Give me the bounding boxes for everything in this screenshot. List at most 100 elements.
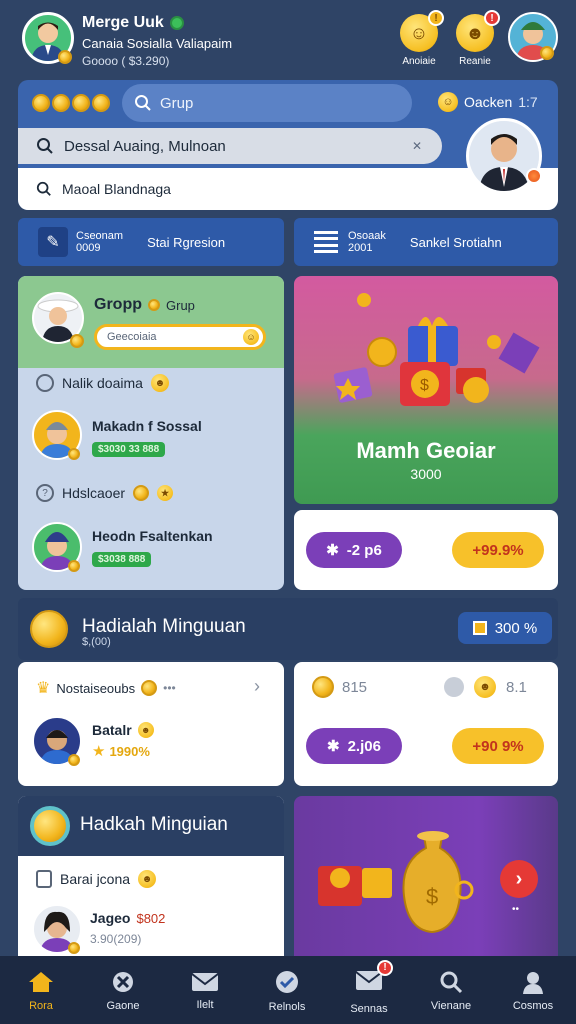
coin-icon: [92, 94, 110, 112]
list-item[interactable]: Nalik doaima ☻: [36, 374, 169, 392]
nav-label: Ilelt: [196, 999, 214, 1011]
gear-icon: ✱: [326, 542, 339, 559]
nav-label: Gaone: [106, 1000, 140, 1012]
group-coin-icon: [70, 334, 84, 348]
document-icon: [472, 621, 487, 635]
more-dots: •••: [163, 681, 176, 695]
user-subtitle: Canaia Sosialla Valiapaim: [82, 36, 233, 51]
star-icon: ★: [92, 743, 106, 760]
quick-tab-right[interactable]: Osoaak 2001 Sankel Srotiahn: [294, 218, 558, 266]
verified-coin-icon: [169, 16, 184, 30]
profile-coin-icon: [526, 168, 542, 184]
mail-icon: [191, 973, 219, 991]
nav-vienane[interactable]: Vienane: [410, 958, 492, 1024]
discount-value: 2.j06: [347, 737, 381, 755]
weekly-title: Hadialah Minguuan: [82, 616, 246, 637]
group-title: Gropp: [94, 296, 142, 313]
action-reanie[interactable]: ☻ ! Reanie: [452, 10, 500, 67]
quick-tab-sub: 2001: [348, 242, 373, 254]
action-label: Anoiaie: [402, 56, 436, 67]
clear-icon[interactable]: ✕: [412, 139, 422, 153]
chat-icon: [444, 677, 464, 697]
laugh-face-icon: ☻: [150, 374, 169, 392]
main-search-value: Dessal Auaing, Mulnoan: [64, 137, 226, 155]
list-item[interactable]: Barai jcona ☻: [36, 870, 157, 888]
list-item[interactable]: ? Hdslcaoer ★: [36, 484, 174, 502]
discount-pill[interactable]: ✱ 2.j06: [306, 728, 402, 764]
group-search-input[interactable]: Grup: [122, 84, 412, 122]
quick-tab-label: Stai Rgresion: [147, 234, 226, 250]
crown-icon: ♛: [36, 680, 51, 697]
weekly-sub: $,(00): [82, 636, 111, 648]
status-indicator: ☺ Oacken 1:7: [438, 92, 538, 112]
list-item-title: Hdslcaoer: [62, 485, 126, 501]
bonus-pill[interactable]: +99.9%: [452, 532, 544, 568]
next-arrow-button[interactable]: ›: [500, 860, 538, 898]
member-name: Makadn f Sossal: [92, 418, 202, 434]
treasure-vase-illustration: $: [318, 831, 474, 934]
search-icon: [37, 138, 53, 154]
wrench-icon: ✎: [38, 227, 68, 257]
svg-text:$: $: [426, 884, 438, 909]
status-label: Oacken: [464, 94, 513, 110]
promo-title: Mamh Geoiar: [356, 438, 496, 463]
action-label: Reanie: [459, 56, 491, 67]
member-tag: $3030 33 888: [92, 442, 166, 457]
laugh-face-icon: ☻: [474, 676, 496, 698]
search-icon: [36, 181, 51, 196]
coin-icon: [141, 680, 158, 696]
list-item-title: Barai jcona: [60, 871, 131, 887]
group-input-value: Geecoiaia: [107, 331, 157, 343]
group-input[interactable]: Geecoiaia ☺: [94, 324, 266, 350]
quick-tab-sub: 0009: [76, 242, 101, 254]
bottom-right-card[interactable]: $ › ••: [294, 796, 558, 956]
discount-pill[interactable]: ✱ -2 p6: [306, 532, 402, 568]
coin-icon: [52, 94, 70, 112]
main-search-field[interactable]: Dessal Auaing, Mulnoan ✕: [18, 128, 442, 164]
mini-card-right[interactable]: 815 ☻ 8.1 ✱ 2.j06 +90 9%: [294, 662, 558, 786]
nav-home[interactable]: Rora: [0, 958, 82, 1024]
coin-icon: [68, 560, 80, 572]
mini-card-left[interactable]: ♛ Nostaiseoubs ••• › Batalr ☻ ★ 1990%: [18, 662, 284, 786]
notification-badge: !: [428, 10, 444, 26]
promo-card[interactable]: $ Mamh Geoiar 3000: [294, 276, 558, 504]
coin-icon: [68, 754, 80, 766]
notification-badge: !: [377, 959, 393, 976]
bottom-title: Hadkah Minguian: [80, 814, 228, 835]
nav-ilelt[interactable]: Ilelt: [164, 958, 246, 1024]
coin-icon: [30, 610, 68, 648]
person-value: $802: [136, 910, 166, 926]
smile-face-icon: ☺ !: [400, 10, 444, 52]
nav-sennas[interactable]: ! Sennas: [328, 958, 410, 1024]
member-tag: $3038 888: [92, 552, 152, 567]
mini-card-title: Nostaiseoubs: [56, 680, 136, 696]
sub-search-value: Maoal Blandnaga: [62, 181, 171, 197]
bonus-pill[interactable]: +90 9%: [452, 728, 544, 764]
tag-icon: [36, 870, 52, 888]
tools-icon: [113, 972, 133, 992]
group-card: Gropp Grup Geecoiaia ☺ Nalik doaima ☻ Ma…: [18, 276, 284, 590]
coin-icon: [133, 485, 150, 501]
person-name: Batalr: [92, 722, 132, 738]
action-anoiaie[interactable]: ☺ ! Anoiaie: [396, 10, 444, 67]
nav-relnols[interactable]: Relnols: [246, 958, 328, 1024]
coin-icon: [312, 676, 334, 698]
user-balance: Goooo ( $3.290): [82, 54, 170, 68]
quick-tab-title: Osoaak: [348, 229, 386, 242]
friend-coin-icon: [540, 46, 554, 60]
coin-icon: [68, 942, 80, 954]
react-value: 8.1: [506, 678, 527, 696]
quick-tab-left[interactable]: ✎ Cseonam 0009 Stai Rgresion: [18, 218, 284, 266]
smile-face-icon: ☺: [438, 92, 458, 112]
weekly-percent-pill[interactable]: 300 %: [458, 612, 552, 644]
nav-gaone[interactable]: Gaone: [82, 958, 164, 1024]
chevron-right-icon[interactable]: ›: [254, 676, 260, 697]
coin-icon: [68, 448, 80, 460]
nav-cosmos[interactable]: Cosmos: [492, 958, 574, 1024]
gear-icon: ✱: [327, 738, 340, 755]
user-level-coin: [58, 50, 72, 64]
quick-tab-label: Sankel Srotiahn: [409, 234, 502, 250]
user-outline-icon: [36, 374, 54, 392]
group-search-placeholder: Grup: [160, 94, 194, 112]
nav-label: Relnols: [268, 1001, 306, 1013]
